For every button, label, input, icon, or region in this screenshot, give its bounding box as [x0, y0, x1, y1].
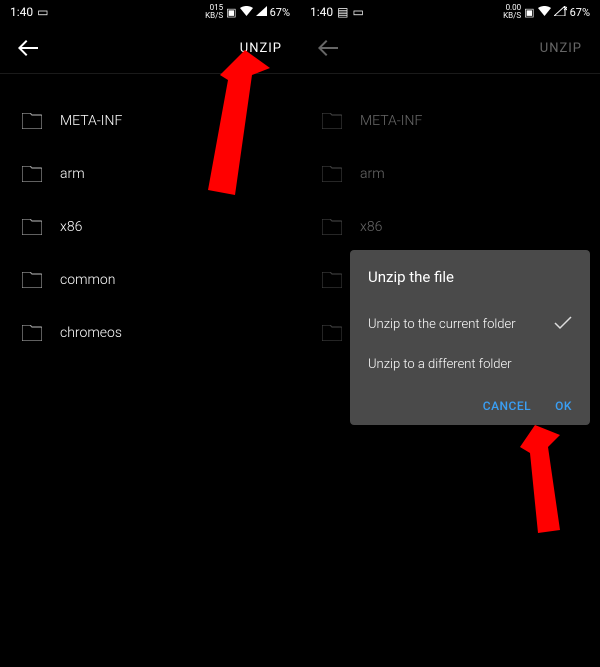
nfc-icon: ▣	[524, 6, 534, 19]
folder-icon	[322, 166, 342, 182]
unzip-button[interactable]: UNZIP	[240, 41, 282, 56]
folder-icon	[22, 166, 42, 182]
folder-label: META-INF	[360, 113, 422, 129]
status-bar: 1:40 ▭ 015KB/S ▣ 67%	[0, 0, 300, 24]
screen-left: 1:40 ▭ 015KB/S ▣ 67% UNZIP	[0, 0, 300, 667]
dialog-option-current[interactable]: Unzip to the current folder	[368, 304, 572, 346]
signal-no-icon	[554, 6, 567, 19]
folder-icon	[322, 272, 342, 288]
battery-text: 67%	[570, 6, 590, 19]
status-kbs: 015KB/S	[205, 4, 223, 20]
status-left: 1:40 ▭	[10, 5, 48, 19]
folder-label: x86	[360, 219, 382, 235]
folder-item[interactable]: x86	[300, 200, 600, 253]
folder-item[interactable]: x86	[0, 200, 300, 253]
folder-item[interactable]: META-INF	[300, 94, 600, 147]
folder-label: META-INF	[60, 113, 122, 129]
status-right: 0.00KB/S ▣ 67%	[503, 4, 590, 20]
battery-text: 67%	[270, 6, 290, 19]
status-media-icon: ▭	[37, 5, 48, 19]
dialog-option-label: Unzip to a different folder	[368, 356, 512, 374]
dialog-actions: CANCEL OK	[368, 399, 572, 413]
folder-icon	[22, 113, 42, 129]
ok-button[interactable]: OK	[555, 399, 572, 413]
cancel-button[interactable]: CANCEL	[483, 399, 531, 413]
folder-item[interactable]: arm	[0, 147, 300, 200]
dialog-title: Unzip the file	[368, 268, 572, 286]
folder-icon	[322, 113, 342, 129]
unzip-button[interactable]: UNZIP	[540, 41, 582, 56]
nfc-icon: ▣	[226, 6, 236, 19]
header: UNZIP	[300, 24, 600, 74]
folder-label: arm	[60, 166, 85, 182]
wifi-icon	[240, 6, 253, 19]
folder-item[interactable]: arm	[300, 147, 600, 200]
status-time: 1:40	[310, 5, 333, 19]
header: UNZIP	[0, 24, 300, 74]
folder-item[interactable]: META-INF	[0, 94, 300, 147]
folder-icon	[22, 219, 42, 235]
folder-item[interactable]: common	[0, 253, 300, 306]
folder-label: chromeos	[60, 325, 122, 341]
check-icon	[554, 314, 572, 336]
status-bar: 1:40 ▤ ▭ 0.00KB/S ▣ 67%	[300, 0, 600, 24]
back-button[interactable]	[18, 37, 38, 61]
folder-label: x86	[60, 219, 82, 235]
dialog-option-different[interactable]: Unzip to a different folder	[368, 346, 572, 384]
wifi-icon	[538, 6, 551, 19]
unzip-dialog: Unzip the file Unzip to the current fold…	[350, 250, 590, 425]
folder-icon	[22, 272, 42, 288]
status-picture-icon: ▤	[337, 5, 348, 19]
folder-icon	[22, 325, 42, 341]
status-media-icon: ▭	[352, 5, 363, 19]
status-right: 015KB/S ▣ 67%	[205, 4, 290, 20]
back-button[interactable]	[318, 37, 338, 61]
status-kbs: 0.00KB/S	[503, 4, 521, 20]
status-time: 1:40	[10, 5, 33, 19]
folder-icon	[322, 219, 342, 235]
status-left: 1:40 ▤ ▭	[310, 5, 364, 19]
screen-right: 1:40 ▤ ▭ 0.00KB/S ▣ 67% UNZIP	[300, 0, 600, 667]
folder-label: common	[60, 272, 115, 288]
folder-list: META-INF arm x86 common chromeos	[0, 74, 300, 379]
folder-icon	[322, 325, 342, 341]
signal-icon	[256, 6, 267, 19]
dialog-option-label: Unzip to the current folder	[368, 316, 516, 334]
folder-item[interactable]: chromeos	[0, 306, 300, 359]
folder-label: arm	[360, 166, 385, 182]
